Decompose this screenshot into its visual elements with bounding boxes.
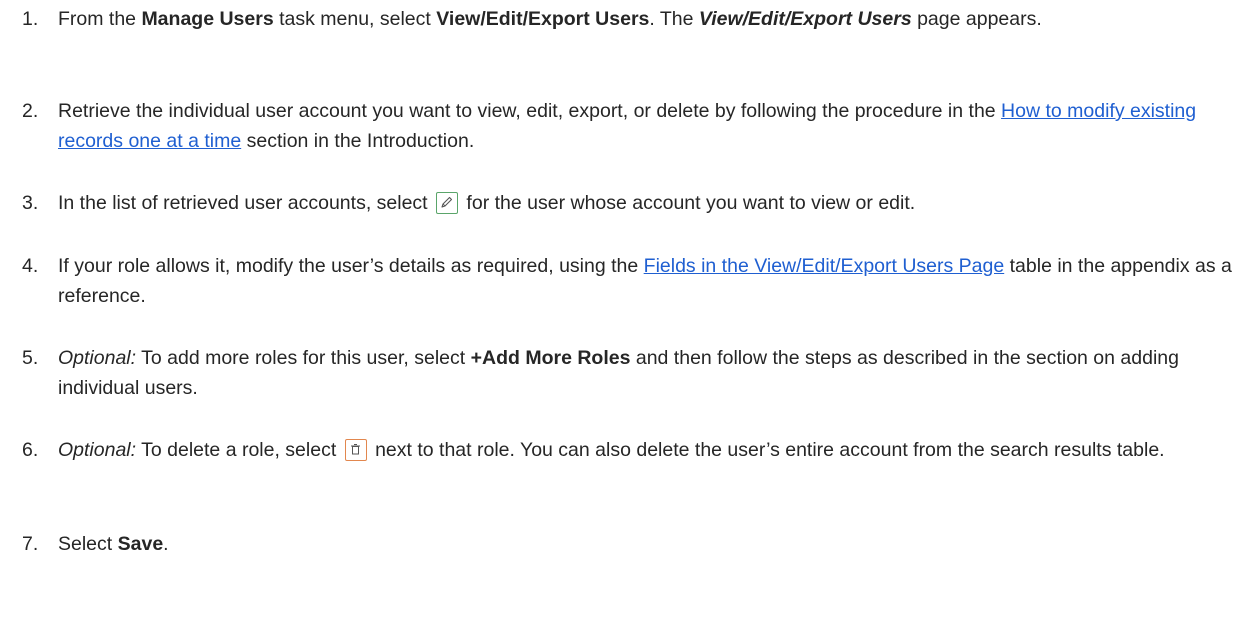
- step-text: Optional: To add more roles for this use…: [58, 347, 1179, 399]
- page-name-label: View/Edit/Export Users: [698, 8, 912, 30]
- step-number: 2.: [22, 100, 39, 122]
- step-4: 4. If your role allows it, modify the us…: [22, 251, 1237, 311]
- step-number: 6.: [22, 439, 39, 461]
- step-number: 3.: [22, 192, 39, 214]
- save-label: Save: [117, 533, 164, 555]
- trash-delete-icon: [344, 439, 367, 461]
- step-1: 1. From the Manage Users task menu, sele…: [22, 4, 1237, 34]
- step-text: If your role allows it, modify the user’…: [58, 255, 1232, 307]
- step-6: 6. Optional: To delete a role, select ne…: [22, 435, 1237, 465]
- step-text: From the Manage Users task menu, select …: [58, 8, 1042, 30]
- step-number: 4.: [22, 255, 39, 277]
- step-text: In the list of retrieved user accounts, …: [58, 192, 916, 214]
- step-number: 5.: [22, 347, 39, 369]
- step-3: 3. In the list of retrieved user account…: [22, 188, 1237, 218]
- view-edit-export-menu-item-label: View/Edit/Export Users: [436, 8, 650, 30]
- step-5: 5. Optional: To add more roles for this …: [22, 343, 1237, 403]
- optional-label: Optional:: [58, 347, 137, 369]
- edit-pencil-icon: [436, 192, 459, 214]
- step-number: 1.: [22, 8, 39, 30]
- step-text: Select Save.: [58, 533, 169, 555]
- step-text: Retrieve the individual user account you…: [58, 100, 1197, 152]
- add-more-roles-label: +Add More Roles: [470, 347, 631, 369]
- step-7: 7. Select Save.: [22, 529, 1237, 559]
- manage-users-menu-label: Manage Users: [141, 8, 274, 30]
- step-2: 2. Retrieve the individual user account …: [22, 96, 1237, 156]
- step-text: Optional: To delete a role, select next …: [58, 439, 1165, 461]
- fields-table-link[interactable]: Fields in the View/Edit/Export Users Pag…: [644, 255, 1005, 277]
- optional-label: Optional:: [58, 439, 137, 461]
- step-number: 7.: [22, 533, 39, 555]
